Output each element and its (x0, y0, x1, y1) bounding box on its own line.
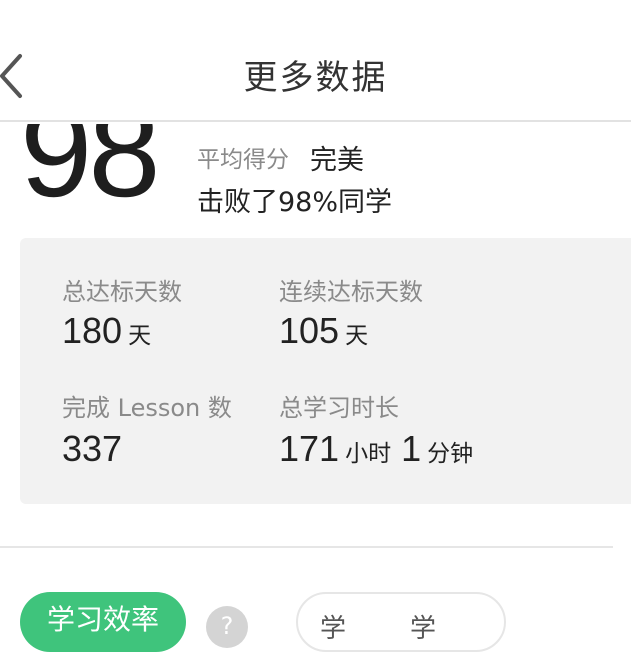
stat-number-hours: 171 (279, 428, 340, 469)
tab-learning-efficiency[interactable]: 学习效率 (20, 592, 186, 652)
nav-header: 更多数据 (0, 0, 631, 122)
stat-label-streak-days: 连续达标天数 (279, 278, 423, 306)
score-summary: 98 平均得分 完美 击败了98%同学 (0, 124, 631, 234)
stat-unit-minutes: 分钟 (427, 441, 474, 467)
stat-unit: 天 (345, 323, 369, 349)
question-circle-icon[interactable]: ? (206, 606, 248, 648)
tab-secondary-label-right: 学 (410, 614, 437, 644)
average-score-value: 完美 (310, 145, 364, 176)
stat-number: 105 (279, 310, 340, 351)
tab-secondary[interactable]: 学 学 (296, 592, 506, 652)
stat-number: 180 (62, 310, 123, 351)
page-title: 更多数据 (243, 58, 388, 98)
stat-number-minutes: 1 (401, 428, 422, 469)
section-divider (0, 546, 613, 548)
stat-value-total-days: 180 天 (62, 310, 151, 352)
stat-unit: 天 (128, 323, 152, 349)
stat-number: 337 (62, 428, 123, 469)
stat-label-lessons: 完成 Lesson 数 (62, 394, 232, 422)
stat-label-total-days: 总达标天数 (62, 278, 182, 306)
stat-value-study-time: 171 小时 1 分钟 (279, 428, 473, 470)
rank-text: 击败了98%同学 (197, 187, 393, 218)
average-score-label: 平均得分 (197, 147, 289, 173)
score-value: 98 (20, 124, 161, 224)
stat-unit-hours: 小时 (345, 441, 392, 467)
stat-value-lessons: 337 (62, 428, 122, 470)
stat-label-study-time: 总学习时长 (279, 394, 399, 422)
stat-value-streak-days: 105 天 (279, 310, 368, 352)
stats-card: 总达标天数 180 天 连续达标天数 105 天 完成 Lesson 数 337 总… (20, 238, 631, 504)
tab-secondary-label-left: 学 (320, 614, 347, 644)
